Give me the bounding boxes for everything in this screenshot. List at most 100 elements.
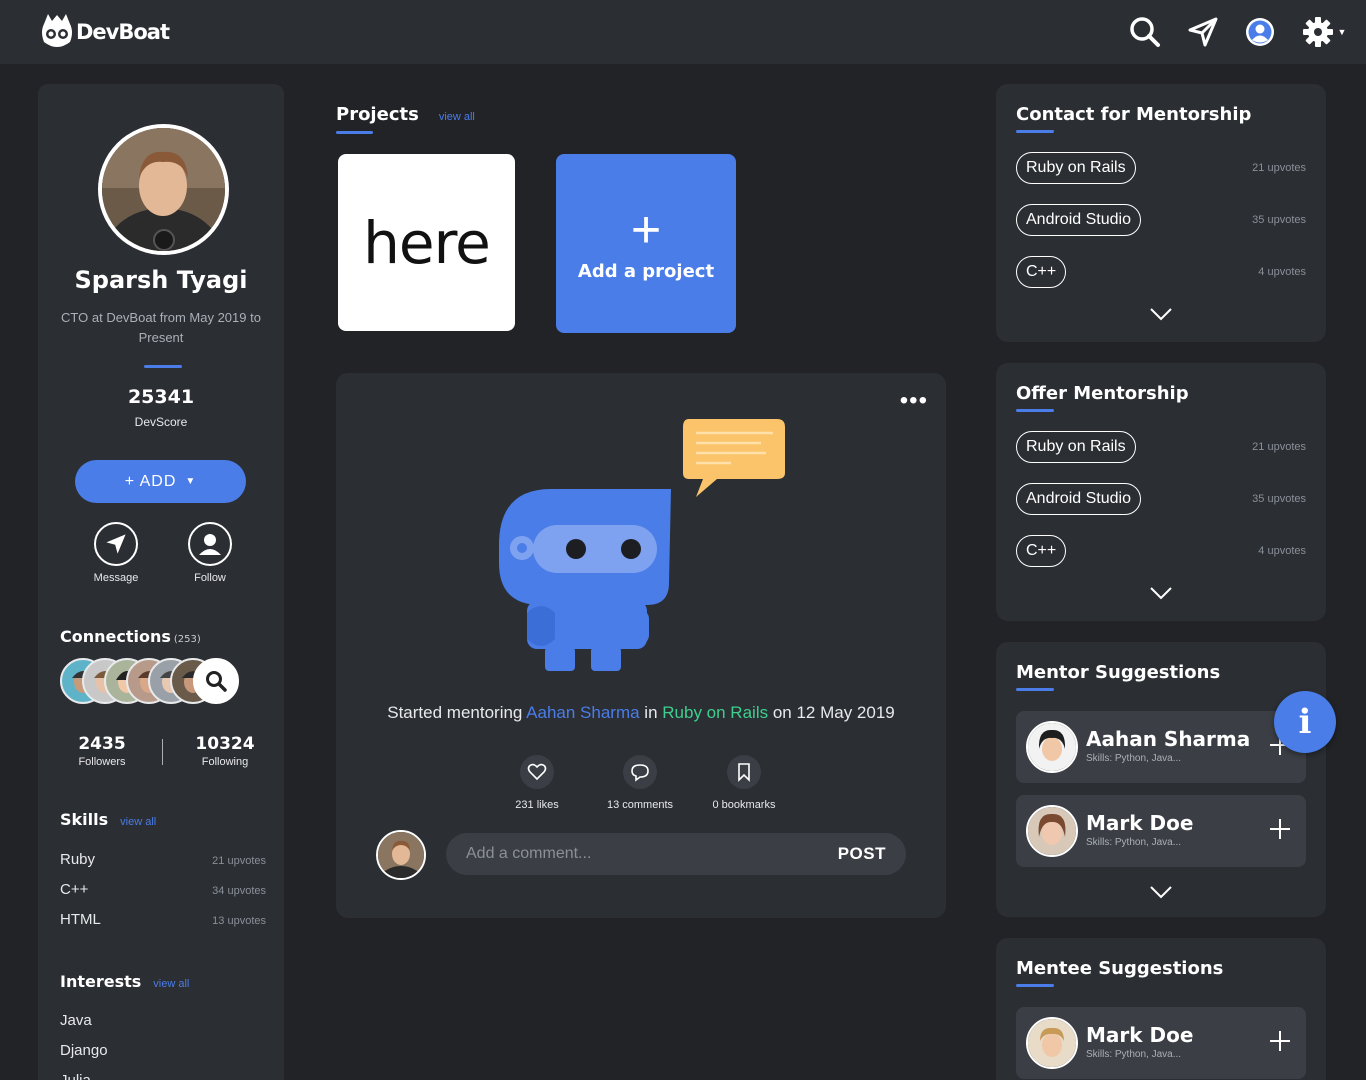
mentorship-topic-row: Ruby on Rails 21 upvotes [1016, 152, 1306, 184]
mentee-suggestions-card: Mentee Suggestions Mark Doe Skills: Pyth… [996, 938, 1326, 1080]
profile-panel: Sparsh Tyagi CTO at DevBoat from May 201… [38, 84, 284, 1080]
projects-underline [336, 131, 373, 134]
followers-label: Followers [78, 756, 126, 768]
chevron-down-icon[interactable] [1146, 583, 1176, 603]
skill-name: HTML [60, 911, 101, 928]
skill-name: Ruby [60, 851, 96, 868]
followers-count: 2435 [78, 734, 126, 754]
bookmark-icon [727, 755, 761, 789]
topic-pill[interactable]: Ruby on Rails [1016, 431, 1136, 463]
activity-text-mid: in [639, 703, 663, 722]
projects-title: Projects view all [336, 104, 475, 125]
activity-card: ••• Started mentoring Aahan Sharma in Ru… [336, 373, 946, 918]
skills-title-text: Skills [60, 810, 109, 829]
mentorship-topic-row: Ruby on Rails 21 upvotes [1016, 431, 1306, 463]
caret-down-icon: ▼ [185, 476, 197, 487]
chevron-down-icon[interactable] [1146, 882, 1176, 902]
like-button[interactable]: 231 likes [482, 755, 592, 811]
suggestion-name: Mark Doe [1086, 811, 1194, 835]
add-button[interactable]: + ADD ▼ [75, 460, 246, 503]
title-underline [1016, 688, 1054, 691]
robot-mascot-illustration [499, 419, 785, 671]
profile-icon[interactable] [1243, 15, 1277, 49]
heart-icon [520, 755, 554, 789]
comment-icon [623, 755, 657, 789]
title-underline [1016, 984, 1054, 987]
more-options-icon[interactable]: ••• [900, 387, 928, 415]
topic-pill[interactable]: C++ [1016, 535, 1067, 567]
settings-icon[interactable]: ▼ [1300, 15, 1348, 49]
topic-upvotes: 4 upvotes [1258, 545, 1306, 557]
mentorship-topic-row: Android Studio 35 upvotes [1016, 204, 1306, 236]
following-stat[interactable]: 10324 Following [170, 734, 280, 768]
connections-count: (253) [173, 634, 201, 645]
plus-icon: + [630, 201, 662, 259]
followers-stat[interactable]: 2435 Followers [47, 734, 157, 768]
add-icon[interactable] [1268, 1029, 1292, 1053]
project-card-text: here [363, 208, 491, 277]
follow-label: Follow [194, 572, 226, 584]
interests-title: Interests view all [60, 972, 189, 991]
mentor-suggestions-title: Mentor Suggestions [1016, 662, 1221, 683]
logo[interactable]: DevBoat [40, 12, 170, 52]
project-card[interactable]: here [338, 154, 515, 331]
activity-text-prefix: Started mentoring [387, 703, 527, 722]
follow-button[interactable]: Follow [170, 522, 250, 584]
projects-view-all-link[interactable]: view all [439, 111, 475, 123]
connections-avatars [60, 658, 260, 704]
add-project-button[interactable]: + Add a project [556, 154, 736, 333]
search-icon[interactable] [1128, 15, 1162, 49]
info-icon[interactable]: i [1274, 691, 1336, 753]
skill-row: HTML 13 upvotes [60, 911, 266, 928]
profile-name: Sparsh Tyagi [74, 266, 248, 294]
interests-title-text: Interests [60, 972, 142, 991]
mentee-link[interactable]: Aahan Sharma [526, 703, 639, 722]
divider [162, 739, 163, 765]
comment-button[interactable]: 13 comments [585, 755, 695, 811]
topic-pill[interactable]: C++ [1016, 256, 1067, 288]
suggestion-card[interactable]: Mark Doe Skills: Python, Java... [1016, 1007, 1306, 1079]
suggestion-card[interactable]: Mark Doe Skills: Python, Java... [1016, 795, 1306, 867]
title-underline [1016, 409, 1054, 412]
suggestion-card[interactable]: Aahan Sharma Skills: Python, Java... [1016, 711, 1306, 783]
devboat-logo-icon [42, 14, 72, 47]
search-connections-icon[interactable] [193, 658, 239, 704]
send-icon [94, 522, 138, 566]
topic-pill[interactable]: Android Studio [1016, 483, 1141, 515]
skill-upvotes: 21 upvotes [212, 855, 266, 867]
topic-pill[interactable]: Android Studio [1016, 204, 1141, 236]
message-label: Message [93, 572, 139, 584]
topic-pill[interactable]: Ruby on Rails [1016, 152, 1136, 184]
skills-view-all-link[interactable]: view all [120, 816, 156, 828]
mentorship-topic-row: Android Studio 35 upvotes [1016, 483, 1306, 515]
comment-input[interactable] [466, 845, 838, 863]
contact-mentorship-title: Contact for Mentorship [1016, 104, 1252, 125]
mentee-suggestions-title: Mentee Suggestions [1016, 958, 1224, 979]
skills-title: Skills view all [60, 810, 156, 829]
topic-link[interactable]: Ruby on Rails [662, 703, 768, 722]
topic-upvotes: 35 upvotes [1252, 214, 1306, 226]
profile-avatar [98, 124, 229, 255]
contact-mentorship-card: Contact for Mentorship Ruby on Rails 21 … [996, 84, 1326, 342]
bookmark-button[interactable]: 0 bookmarks [689, 755, 799, 811]
skill-row: C++ 34 upvotes [60, 881, 266, 898]
mentorship-topic-row: C++ 4 upvotes [1016, 535, 1306, 567]
devscore-value: 25341 [127, 386, 195, 408]
following-label: Following [201, 756, 249, 768]
comment-box: POST [446, 833, 906, 875]
offer-mentorship-title: Offer Mentorship [1016, 383, 1189, 404]
topic-upvotes: 21 upvotes [1252, 441, 1306, 453]
message-button[interactable]: Message [76, 522, 156, 584]
bookmarks-count: 0 bookmarks [712, 799, 776, 811]
likes-count: 231 likes [515, 799, 559, 811]
user-icon [188, 522, 232, 566]
avatar [1026, 1017, 1078, 1069]
avatar [1026, 805, 1078, 857]
topic-upvotes: 35 upvotes [1252, 493, 1306, 505]
post-button[interactable]: POST [838, 844, 886, 864]
send-icon[interactable] [1186, 15, 1220, 49]
suggestion-skills: Skills: Python, Java... [1086, 753, 1182, 764]
interests-view-all-link[interactable]: view all [153, 978, 189, 990]
add-icon[interactable] [1268, 817, 1292, 841]
chevron-down-icon[interactable] [1146, 304, 1176, 324]
